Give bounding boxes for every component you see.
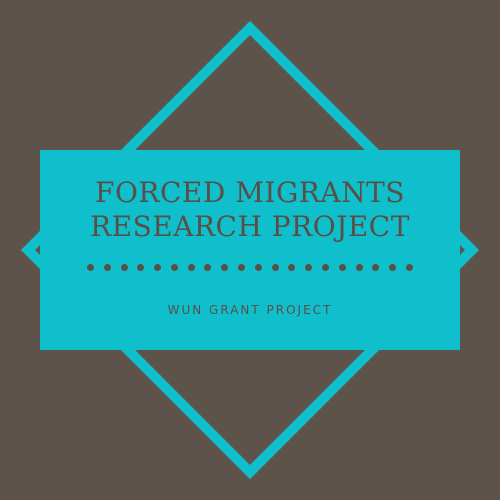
divider-dot: [271, 263, 279, 271]
logo-subtitle: WUN GRANT PROJECT: [167, 303, 333, 317]
logo-title: FORCED MIGRANTS RESEARCH PROJECT: [40, 176, 460, 244]
divider-dot: [238, 263, 246, 271]
logo-canvas: FORCED MIGRANTS RESEARCH PROJECT WUN GRA…: [0, 0, 500, 500]
title-line-2: RESEARCH PROJECT: [90, 210, 410, 243]
divider-dot: [204, 263, 212, 271]
title-line-1: FORCED MIGRANTS: [95, 176, 405, 209]
title-banner: FORCED MIGRANTS RESEARCH PROJECT WUN GRA…: [40, 150, 460, 350]
divider-dot: [389, 263, 397, 271]
divider-dot: [221, 263, 229, 271]
divider-dot: [321, 263, 329, 271]
dotted-divider: [87, 263, 413, 271]
divider-dot: [305, 263, 313, 271]
divider-dot: [137, 263, 145, 271]
divider-dot: [87, 263, 94, 271]
divider-dot: [187, 263, 195, 271]
divider-dot: [355, 263, 363, 271]
divider-dot: [288, 263, 296, 271]
divider-dot: [170, 263, 178, 271]
divider-dot: [405, 263, 413, 271]
divider-dot: [154, 263, 162, 271]
divider-dot: [372, 263, 380, 271]
divider-dot: [103, 263, 111, 271]
divider-dot: [120, 263, 128, 271]
divider-dot: [338, 263, 346, 271]
divider-dot: [254, 263, 262, 271]
